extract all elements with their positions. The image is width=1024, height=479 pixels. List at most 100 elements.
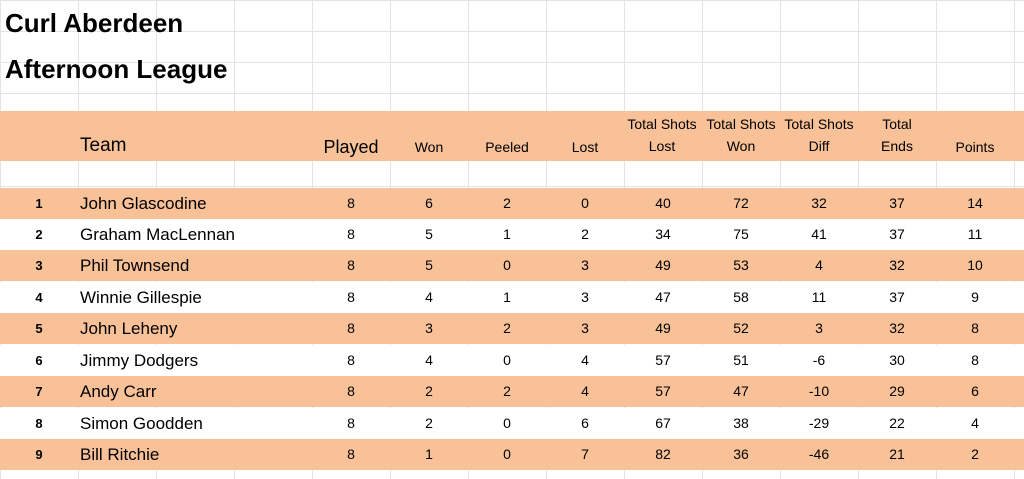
lost-cell[interactable]: 2: [546, 219, 624, 250]
played-cell[interactable]: 8: [312, 408, 390, 439]
peeled-cell[interactable]: 1: [468, 219, 546, 250]
header-total-shots-lost[interactable]: Total Shots Lost: [617, 113, 707, 157]
shots-won-cell[interactable]: 72: [702, 188, 780, 219]
table-row[interactable]: 1 John Glascodine 8 6 2 0 40 72 32 37 14: [0, 188, 1024, 219]
peeled-cell[interactable]: 2: [468, 188, 546, 219]
team-cell[interactable]: Jimmy Dodgers: [80, 345, 198, 376]
points-cell[interactable]: 8: [936, 313, 1014, 344]
ends-cell[interactable]: 22: [858, 408, 936, 439]
header-total-shots-won[interactable]: Total Shots Won: [700, 113, 782, 157]
lost-cell[interactable]: 6: [546, 408, 624, 439]
diff-cell[interactable]: -6: [780, 345, 858, 376]
shots-won-cell[interactable]: 52: [702, 313, 780, 344]
shots-lost-cell[interactable]: 57: [624, 345, 702, 376]
won-cell[interactable]: 2: [390, 408, 468, 439]
shots-lost-cell[interactable]: 82: [624, 439, 702, 470]
team-cell[interactable]: John Leheny: [80, 313, 177, 344]
lost-cell[interactable]: 7: [546, 439, 624, 470]
won-cell[interactable]: 4: [390, 282, 468, 313]
peeled-cell[interactable]: 0: [468, 408, 546, 439]
diff-cell[interactable]: -10: [780, 376, 858, 407]
points-cell[interactable]: 11: [936, 219, 1014, 250]
diff-cell[interactable]: 32: [780, 188, 858, 219]
header-peeled[interactable]: Peeled: [468, 136, 546, 158]
played-cell[interactable]: 8: [312, 282, 390, 313]
header-total-shots-diff[interactable]: Total Shots Diff: [778, 113, 860, 157]
rank-cell[interactable]: 9: [0, 439, 78, 470]
table-row[interactable]: 7 Andy Carr 8 2 2 4 57 47 -10 29 6: [0, 376, 1024, 407]
peeled-cell[interactable]: 1: [468, 282, 546, 313]
table-row[interactable]: 4 Winnie Gillespie 8 4 1 3 47 58 11 37 9: [0, 282, 1024, 313]
header-won[interactable]: Won: [390, 136, 468, 158]
lost-cell[interactable]: 0: [546, 188, 624, 219]
table-row[interactable]: 5 John Leheny 8 3 2 3 49 52 3 32 8: [0, 313, 1024, 344]
team-cell[interactable]: John Glascodine: [80, 188, 207, 219]
points-cell[interactable]: 10: [936, 250, 1014, 281]
table-row[interactable]: 6 Jimmy Dodgers 8 4 0 4 57 51 -6 30 8: [0, 345, 1024, 376]
rank-cell[interactable]: 7: [0, 376, 78, 407]
shots-won-cell[interactable]: 75: [702, 219, 780, 250]
points-cell[interactable]: 4: [936, 408, 1014, 439]
lost-cell[interactable]: 3: [546, 250, 624, 281]
team-cell[interactable]: Bill Ritchie: [80, 439, 159, 470]
peeled-cell[interactable]: 2: [468, 376, 546, 407]
played-cell[interactable]: 8: [312, 313, 390, 344]
shots-lost-cell[interactable]: 49: [624, 313, 702, 344]
lost-cell[interactable]: 4: [546, 345, 624, 376]
won-cell[interactable]: 5: [390, 219, 468, 250]
points-cell[interactable]: 6: [936, 376, 1014, 407]
peeled-cell[interactable]: 0: [468, 439, 546, 470]
diff-cell[interactable]: -29: [780, 408, 858, 439]
shots-won-cell[interactable]: 36: [702, 439, 780, 470]
points-cell[interactable]: 2: [936, 439, 1014, 470]
team-cell[interactable]: Phil Townsend: [80, 250, 189, 281]
ends-cell[interactable]: 29: [858, 376, 936, 407]
ends-cell[interactable]: 32: [858, 313, 936, 344]
shots-won-cell[interactable]: 38: [702, 408, 780, 439]
ends-cell[interactable]: 32: [858, 250, 936, 281]
header-played[interactable]: Played: [312, 136, 390, 159]
rank-cell[interactable]: 1: [0, 188, 78, 219]
team-cell[interactable]: Winnie Gillespie: [80, 282, 202, 313]
sheet-title[interactable]: Curl Aberdeen: [5, 8, 183, 39]
points-cell[interactable]: 9: [936, 282, 1014, 313]
rank-cell[interactable]: 5: [0, 313, 78, 344]
won-cell[interactable]: 1: [390, 439, 468, 470]
shots-won-cell[interactable]: 47: [702, 376, 780, 407]
peeled-cell[interactable]: 2: [468, 313, 546, 344]
played-cell[interactable]: 8: [312, 219, 390, 250]
table-row[interactable]: 2 Graham MacLennan 8 5 1 2 34 75 41 37 1…: [0, 219, 1024, 250]
played-cell[interactable]: 8: [312, 345, 390, 376]
diff-cell[interactable]: 4: [780, 250, 858, 281]
header-total-ends[interactable]: Total Ends: [858, 113, 936, 157]
lost-cell[interactable]: 4: [546, 376, 624, 407]
sheet-subtitle[interactable]: Afternoon League: [5, 54, 227, 85]
points-cell[interactable]: 14: [936, 188, 1014, 219]
shots-lost-cell[interactable]: 47: [624, 282, 702, 313]
shots-lost-cell[interactable]: 57: [624, 376, 702, 407]
diff-cell[interactable]: 11: [780, 282, 858, 313]
lost-cell[interactable]: 3: [546, 313, 624, 344]
shots-lost-cell[interactable]: 49: [624, 250, 702, 281]
header-team[interactable]: Team: [80, 135, 126, 157]
team-cell[interactable]: Simon Goodden: [80, 408, 203, 439]
rank-cell[interactable]: 8: [0, 408, 78, 439]
played-cell[interactable]: 8: [312, 188, 390, 219]
won-cell[interactable]: 3: [390, 313, 468, 344]
ends-cell[interactable]: 37: [858, 219, 936, 250]
rank-cell[interactable]: 4: [0, 282, 78, 313]
diff-cell[interactable]: 3: [780, 313, 858, 344]
points-cell[interactable]: 8: [936, 345, 1014, 376]
played-cell[interactable]: 8: [312, 439, 390, 470]
ends-cell[interactable]: 37: [858, 188, 936, 219]
shots-won-cell[interactable]: 51: [702, 345, 780, 376]
ends-cell[interactable]: 37: [858, 282, 936, 313]
team-cell[interactable]: Andy Carr: [80, 376, 157, 407]
ends-cell[interactable]: 21: [858, 439, 936, 470]
won-cell[interactable]: 6: [390, 188, 468, 219]
header-points[interactable]: Points: [936, 136, 1014, 158]
header-lost[interactable]: Lost: [546, 136, 624, 158]
rank-cell[interactable]: 3: [0, 250, 78, 281]
diff-cell[interactable]: 41: [780, 219, 858, 250]
rank-cell[interactable]: 2: [0, 219, 78, 250]
